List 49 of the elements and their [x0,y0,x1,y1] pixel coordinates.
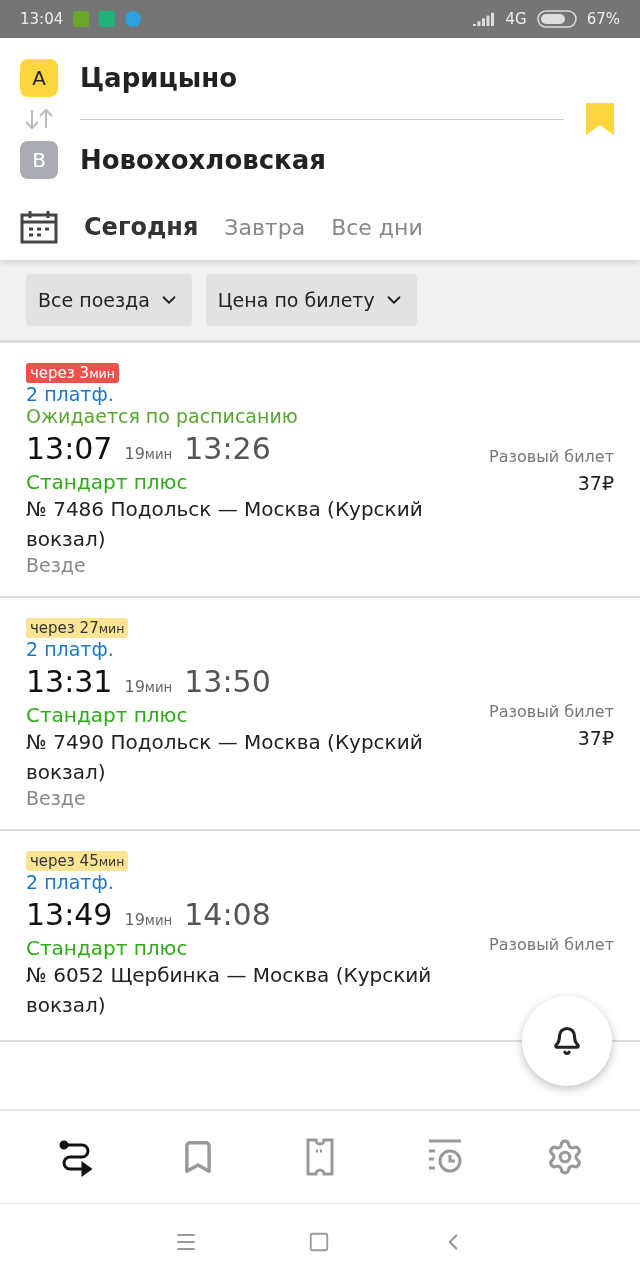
battery-icon [536,10,577,28]
trip-duration: 19мин [124,910,173,929]
car-info: Везде [26,787,86,809]
origin-station[interactable]: Царицыно [80,63,238,93]
filter-dropdown[interactable]: Все поезда [26,274,192,326]
car-info: Везде [26,554,86,576]
departure-badge: через 3мин [26,363,119,383]
app-icon [73,11,90,27]
train-category: Стандарт плюс [26,936,188,960]
destination-station[interactable]: Новохохловская [80,145,326,175]
ticket-type: Разовый билет [489,935,614,954]
departure-time: 13:07 [26,431,113,466]
filter-dropdown[interactable]: Цена по билету [205,274,417,326]
battery-level: 67% [586,10,620,28]
ticket-type: Разовый билет [489,702,614,721]
ticket-type: Разовый билет [489,447,614,466]
ticket-price: 37₽ [577,727,614,749]
train-category: Стандарт плюс [26,703,188,727]
arrival-time: 14:08 [184,897,271,932]
signal-icon [473,12,496,26]
departure-badge: через 27мин [26,618,129,638]
train-route: № 7490 Подольск — Москва (Курский вокзал) [26,729,424,786]
platform: 2 платф. [26,383,114,405]
notification-button[interactable] [522,996,612,1086]
origin-marker: A [20,59,58,97]
platform: 2 платф. [26,638,114,660]
day-tab[interactable]: Все дни [331,214,423,240]
departure-time: 13:49 [26,897,113,932]
bookmark-icon[interactable] [586,103,614,135]
home-icon[interactable] [308,1231,330,1253]
train-category: Стандарт плюс [26,470,188,494]
arrival-time: 13:50 [184,664,271,699]
train-route: № 7486 Подольск — Москва (Курский вокзал) [26,496,424,553]
calendar-icon[interactable] [20,210,58,244]
bell-icon [552,1026,582,1056]
trip-duration: 19мин [124,444,173,463]
day-tab[interactable]: Завтра [224,214,306,240]
train-route: № 6052 Щербинка — Москва (Курский вокзал) [26,962,433,1019]
trip-duration: 19мин [124,677,173,696]
train-status: Ожидается по расписанию [26,405,298,427]
platform: 2 платф. [26,871,114,893]
network-type: 4G [505,10,527,28]
status-time: 13:04 [20,10,64,28]
ticket-price: 37₽ [577,472,614,494]
departure-badge: через 45мин [26,851,129,871]
arrival-time: 13:26 [184,431,271,466]
day-tab[interactable]: Сегодня [84,213,199,241]
departure-time: 13:31 [26,664,113,699]
destination-marker: B [20,141,58,179]
